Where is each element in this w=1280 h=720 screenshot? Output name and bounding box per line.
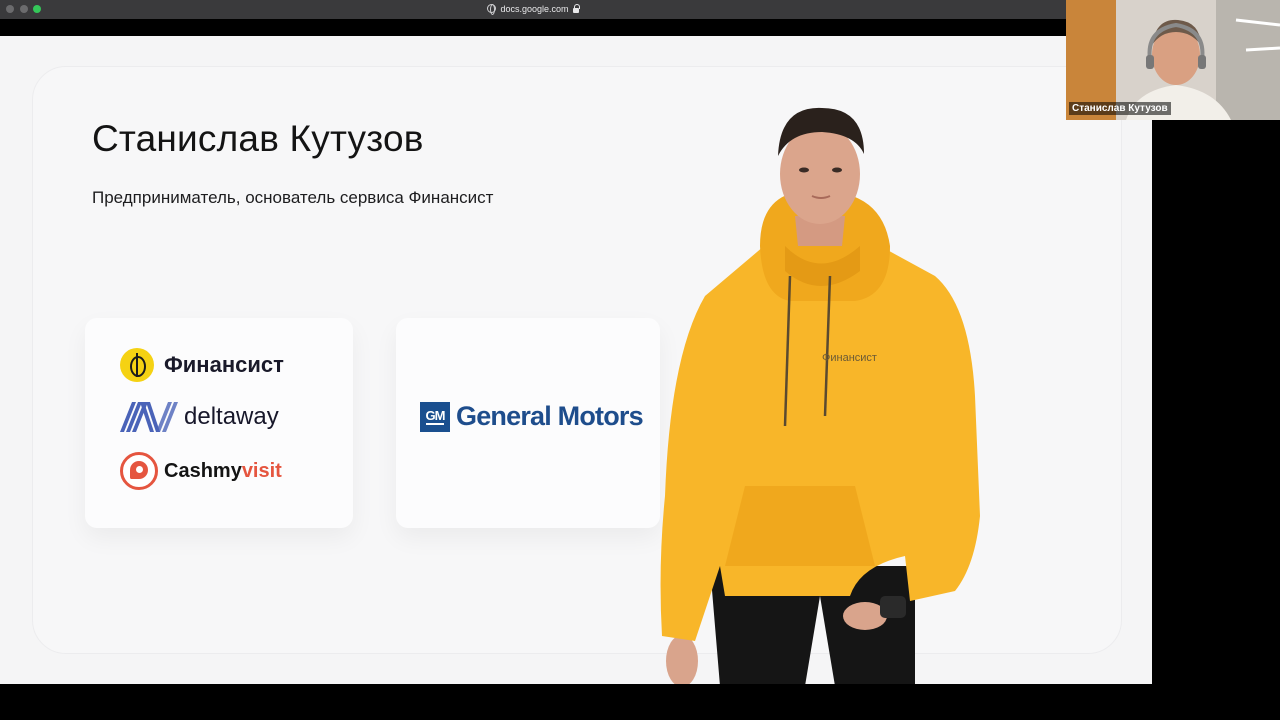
top-letterbox bbox=[0, 19, 1066, 36]
deltaway-icon bbox=[120, 402, 178, 432]
slide-subtitle: Предприниматель, основатель сервиса Фина… bbox=[92, 188, 494, 207]
general-motors-logo: GM General Motors bbox=[420, 401, 644, 432]
bottom-letterbox bbox=[0, 684, 1152, 720]
hoodie-logo-text: Финансист bbox=[822, 352, 877, 364]
cashmyvisit-label-part1: Cashmy bbox=[164, 459, 242, 482]
cashmyvisit-icon bbox=[120, 452, 158, 490]
presentation-slide: Станислав Кутузов Предприниматель, основ… bbox=[0, 36, 1152, 684]
browser-titlebar: docs.google.com bbox=[0, 0, 1066, 19]
lock-icon bbox=[572, 4, 580, 13]
finansist-icon bbox=[120, 348, 154, 382]
cashmyvisit-label-part2: visit bbox=[241, 459, 282, 482]
cashmyvisit-label: Cashmyvisit bbox=[164, 460, 282, 483]
finansist-logo: Финансист bbox=[120, 348, 284, 382]
deltaway-label: deltaway bbox=[184, 403, 279, 430]
cashmyvisit-logo: Cashmyvisit bbox=[120, 452, 282, 490]
general-motors-logo-card: GM General Motors bbox=[396, 318, 660, 528]
companies-logo-card: Финансист deltaway Cashmyvisit bbox=[85, 318, 353, 528]
finansist-label: Финансист bbox=[164, 352, 284, 377]
url-text: docs.google.com bbox=[500, 4, 569, 14]
globe-icon bbox=[487, 4, 497, 15]
right-letterbox bbox=[1152, 120, 1280, 720]
gm-badge-text: GM bbox=[425, 407, 445, 425]
participant-video-tile[interactable]: Станислав Кутузов bbox=[1066, 0, 1280, 120]
gm-badge-icon: GM bbox=[420, 401, 450, 432]
address-bar[interactable]: docs.google.com bbox=[0, 3, 1066, 16]
speaker-photo: Финансист bbox=[660, 107, 980, 684]
general-motors-label: General Motors bbox=[456, 401, 644, 431]
slide-title: Станислав Кутузов bbox=[92, 118, 424, 159]
deltaway-logo: deltaway bbox=[120, 400, 279, 434]
participant-name-label: Станислав Кутузов bbox=[1069, 102, 1171, 115]
